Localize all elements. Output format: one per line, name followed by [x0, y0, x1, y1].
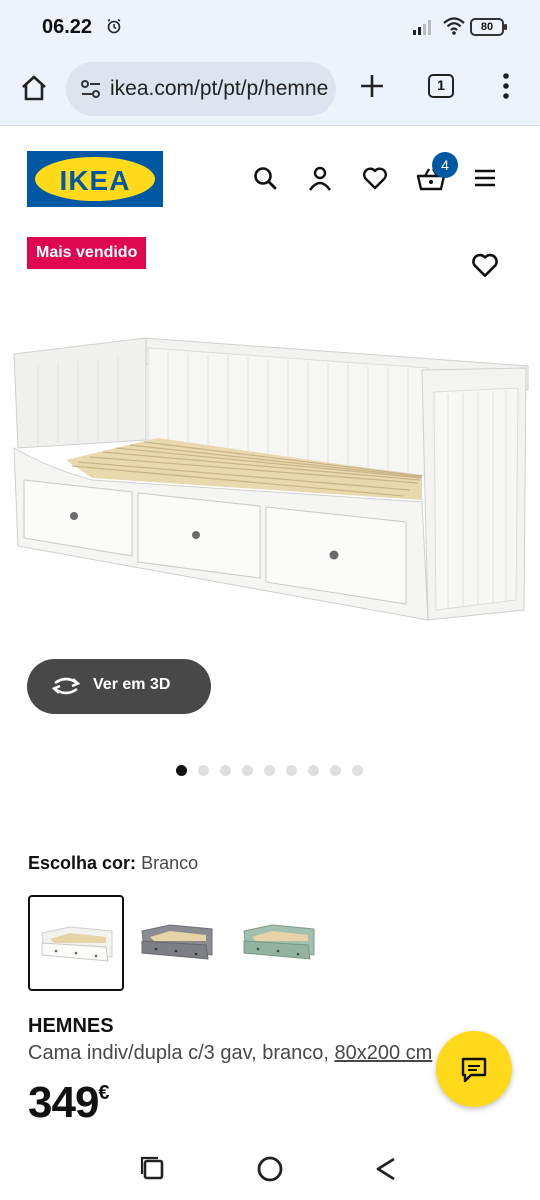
product-description: Cama indiv/dupla c/3 gav, branco, 80x200…	[28, 1042, 448, 1065]
color-selected: Branco	[141, 853, 199, 873]
heart-icon[interactable]	[361, 164, 389, 192]
cart-count-badge: 4	[432, 152, 458, 178]
ikea-logo[interactable]: IKEA	[27, 151, 163, 207]
view-3d-button[interactable]: Ver em 3D	[27, 659, 211, 714]
back-icon[interactable]	[372, 1154, 402, 1184]
gallery-dot[interactable]	[308, 765, 319, 776]
grey-swatch[interactable]	[130, 895, 226, 991]
price-currency: €	[98, 1082, 109, 1104]
logo-oval: IKEA	[35, 157, 155, 201]
color-prompt: Escolha cor:	[28, 853, 137, 873]
color-choice-label: Escolha cor: Branco	[28, 853, 198, 874]
status-bar: 06.22 80	[0, 0, 540, 56]
battery-icon: 80	[470, 18, 507, 36]
gallery-dot[interactable]	[242, 765, 253, 776]
address-bar[interactable]: ikea.com/pt/pt/p/hemnes	[66, 62, 336, 116]
home-icon[interactable]	[18, 72, 50, 104]
alarm-icon	[107, 18, 121, 34]
description-text: Cama indiv/dupla c/3 gav, branco,	[28, 1042, 335, 1064]
chat-icon	[461, 1057, 487, 1083]
tab-count: 1	[437, 77, 445, 93]
price-value: 349	[28, 1078, 99, 1127]
gallery-dot[interactable]	[198, 765, 209, 776]
signal-icon	[413, 20, 431, 35]
logo-text: IKEA	[59, 165, 131, 196]
browser-toolbar: ikea.com/pt/pt/p/hemnes 1	[0, 56, 540, 126]
white-swatch[interactable]	[28, 895, 124, 991]
site-settings-icon[interactable]	[80, 79, 102, 99]
product-image[interactable]	[8, 330, 532, 630]
size-link[interactable]: 80x200 cm	[334, 1042, 432, 1064]
more-vertical-icon[interactable]	[494, 70, 518, 102]
home-circle-icon[interactable]	[255, 1154, 285, 1184]
chat-button[interactable]	[436, 1031, 512, 1107]
rotate-3d-icon	[51, 677, 81, 695]
gallery-dot[interactable]	[176, 765, 187, 776]
url-text: ikea.com/pt/pt/p/hemnes	[110, 77, 328, 100]
hamburger-menu-icon[interactable]	[472, 164, 498, 192]
gallery-dot[interactable]	[352, 765, 363, 776]
gallery-dot[interactable]	[220, 765, 231, 776]
recents-icon[interactable]	[138, 1154, 168, 1184]
green-bed-thumbnail	[243, 924, 315, 960]
gallery-dot[interactable]	[264, 765, 275, 776]
white-bed-thumbnail	[41, 926, 113, 962]
system-nav-bar	[0, 1138, 540, 1200]
battery-level: 80	[480, 21, 494, 33]
gallery-dot[interactable]	[286, 765, 297, 776]
view-3d-label: Ver em 3D	[93, 676, 171, 693]
product-price: 349€	[28, 1078, 110, 1128]
status-time: 06.22	[42, 16, 93, 38]
bestseller-badge: Mais vendido	[27, 237, 147, 269]
grey-bed-thumbnail	[141, 924, 213, 960]
tabs-icon[interactable]: 1	[428, 74, 454, 98]
gallery-dot[interactable]	[330, 765, 341, 776]
green-swatch[interactable]	[232, 895, 328, 991]
user-icon[interactable]	[306, 164, 334, 192]
plus-icon[interactable]	[356, 70, 388, 102]
wifi-icon	[443, 17, 465, 35]
product-name: HEMNES	[28, 1015, 114, 1037]
search-icon[interactable]	[251, 164, 279, 192]
product-heart-icon[interactable]	[470, 250, 500, 280]
